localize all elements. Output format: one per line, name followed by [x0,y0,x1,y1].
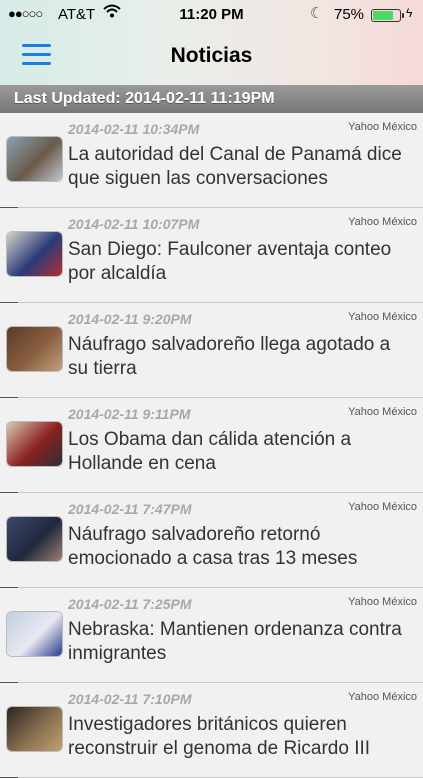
last-updated-bar: Last Updated: 2014-02-11 11:19PM [0,85,423,113]
news-date: 2014-02-11 9:11PM [68,406,191,422]
news-headline: Nebraska: Mantienen ordenanza contra inm… [68,619,402,664]
status-bar: ●●○○○ AT&T 11:20 PM ☾ 75% ϟ [0,0,423,30]
battery-icon [371,9,404,22]
news-thumbnail [7,612,62,656]
news-source: Yahoo México [348,216,417,228]
news-source: Yahoo México [348,406,417,418]
news-list: 2014-02-11 10:34PM Yahoo México La autorid… [0,113,423,778]
news-date: 2014-02-11 9:20PM [68,311,192,327]
news-thumbnail [7,707,62,751]
news-headline: La autoridad del Canal de Panamá dice qu… [68,144,402,189]
news-thumbnail [7,517,62,561]
news-thumbnail [7,232,62,276]
news-source: Yahoo México [348,121,417,133]
news-thumbnail [7,422,62,466]
news-source: Yahoo México [348,691,417,703]
news-headline: San Diego: Faulconer aventaja conteo por… [68,239,392,284]
news-headline: Los Obama dan cálida atención a Hollande… [68,429,352,474]
page-title: Noticias [170,44,253,67]
news-source: Yahoo México [348,311,417,323]
do-not-disturb-moon-icon: ☾ [310,5,324,22]
news-list-item[interactable]: 2014-02-11 7:25PM Yahoo México Nebraska: M… [0,588,423,683]
news-list-item[interactable]: 2014-02-11 9:20PM Yahoo México Náufrago sa… [0,303,423,398]
news-list-item[interactable]: 2014-02-11 9:11PM Yahoo México Los Obama d… [0,398,423,493]
battery-percentage: 75% [334,6,365,23]
news-thumbnail [7,327,62,371]
news-headline: Investigadores británicos quieren recons… [68,714,371,759]
news-headline: Náufrago salvadoreño llega agotado a su … [68,334,391,379]
news-list-item[interactable]: 2014-02-11 7:47PM Yahoo México Náufrago sa… [0,493,423,588]
news-thumbnail [7,137,62,181]
news-headline: Náufrago salvadoreño retornó emocionado … [68,524,358,569]
news-list-item[interactable]: 2014-02-11 10:07PM Yahoo México San Diego:… [0,208,423,303]
news-date: 2014-02-11 10:34PM [68,121,200,137]
news-date: 2014-02-11 7:47PM [68,501,192,517]
news-source: Yahoo México [348,596,417,608]
news-date: 2014-02-11 7:10PM [68,691,192,707]
news-list-item[interactable]: 2014-02-11 7:10PM Yahoo México Investigado… [0,683,423,778]
news-date: 2014-02-11 10:07PM [68,216,200,232]
news-source: Yahoo México [348,501,417,513]
header: ●●○○○ AT&T 11:20 PM ☾ 75% ϟ Noticias [0,0,423,85]
news-list-item[interactable]: 2014-02-11 10:34PM Yahoo México La autorid… [0,113,423,208]
charging-bolt-icon: ϟ [406,6,413,20]
news-date: 2014-02-11 7:25PM [68,596,192,612]
